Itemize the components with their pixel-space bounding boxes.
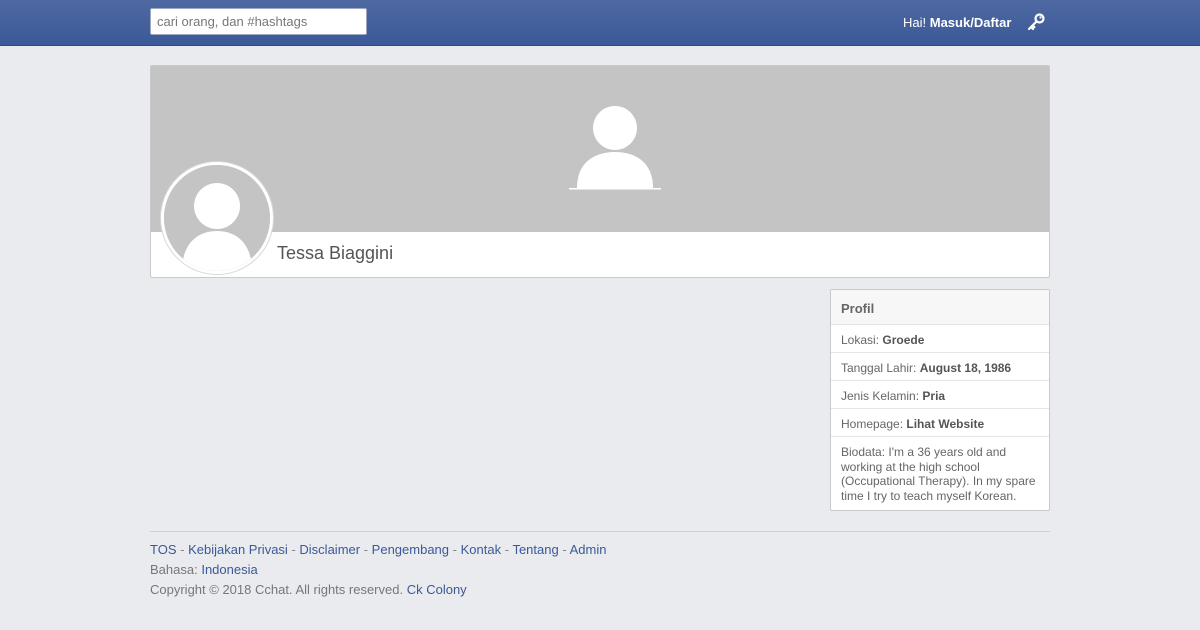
cover-photo — [151, 66, 1049, 232]
birthdate-label: Tanggal Lahir: — [841, 361, 917, 375]
search-input[interactable] — [150, 8, 367, 35]
login-register-link[interactable]: Masuk/Daftar — [930, 15, 1012, 30]
footer-separator: - — [562, 542, 567, 557]
gender-value: Pria — [922, 389, 946, 403]
homepage-row: Homepage: Lihat Website — [831, 409, 1049, 437]
footer-link-developer[interactable]: Pengembang — [372, 542, 449, 557]
credit-link[interactable]: Ck Colony — [407, 582, 467, 597]
avatar[interactable] — [161, 162, 273, 274]
footer-separator: - — [363, 542, 369, 557]
bio-label: Biodata: — [841, 445, 886, 459]
greeting: Hai! Masuk/Daftar — [903, 15, 1011, 30]
birthdate-value: August 18, 1986 — [919, 361, 1012, 375]
avatar-silhouette-icon — [164, 165, 270, 271]
homepage-label: Homepage: — [841, 417, 904, 431]
location-row: Lokasi: Groede — [831, 325, 1049, 353]
footer-separator: - — [452, 542, 457, 557]
homepage-link[interactable]: Lihat Website — [906, 417, 984, 431]
language-label: Bahasa: — [150, 562, 198, 577]
footer-link-tos[interactable]: TOS — [150, 542, 177, 557]
footer-links: TOS - Kebijakan Privasi - Disclaimer - P… — [150, 542, 1050, 562]
copyright-text: Copyright © 2018 Cchat. All rights reser… — [150, 582, 404, 597]
profile-cover-card: Tessa Biaggini — [150, 65, 1050, 278]
panel-title: Profil — [831, 290, 1049, 325]
bio-row: Biodata: I'm a 36 years old and working … — [831, 437, 1049, 509]
user-silhouette-icon — [569, 106, 661, 190]
footer-link-about[interactable]: Tentang — [512, 542, 558, 557]
profile-info-panel: Profil Lokasi: Groede Tanggal Lahir: Aug… — [830, 289, 1050, 511]
footer-separator: - — [291, 542, 296, 557]
location-label: Lokasi: — [841, 333, 880, 347]
footer: TOS - Kebijakan Privasi - Disclaimer - P… — [150, 542, 1050, 602]
birthdate-row: Tanggal Lahir: August 18, 1986 — [831, 353, 1049, 381]
footer-separator: - — [180, 542, 185, 557]
location-value: Groede — [882, 333, 925, 347]
greeting-text: Hai! — [903, 15, 927, 30]
language-link[interactable]: Indonesia — [201, 562, 257, 577]
key-icon[interactable] — [1026, 12, 1046, 32]
footer-copyright: Copyright © 2018 Cchat. All rights reser… — [150, 582, 1050, 602]
footer-link-contact[interactable]: Kontak — [461, 542, 501, 557]
profile-name: Tessa Biaggini — [277, 243, 394, 263]
gender-label: Jenis Kelamin: — [841, 389, 920, 403]
gender-row: Jenis Kelamin: Pria — [831, 381, 1049, 409]
footer-link-privacy[interactable]: Kebijakan Privasi — [188, 542, 288, 557]
top-navbar: Hai! Masuk/Daftar — [0, 0, 1200, 46]
footer-divider — [150, 531, 1050, 532]
footer-language: Bahasa: Indonesia — [150, 562, 1050, 582]
footer-separator: - — [504, 542, 510, 557]
footer-link-disclaimer[interactable]: Disclaimer — [299, 542, 360, 557]
footer-link-admin[interactable]: Admin — [570, 542, 607, 557]
